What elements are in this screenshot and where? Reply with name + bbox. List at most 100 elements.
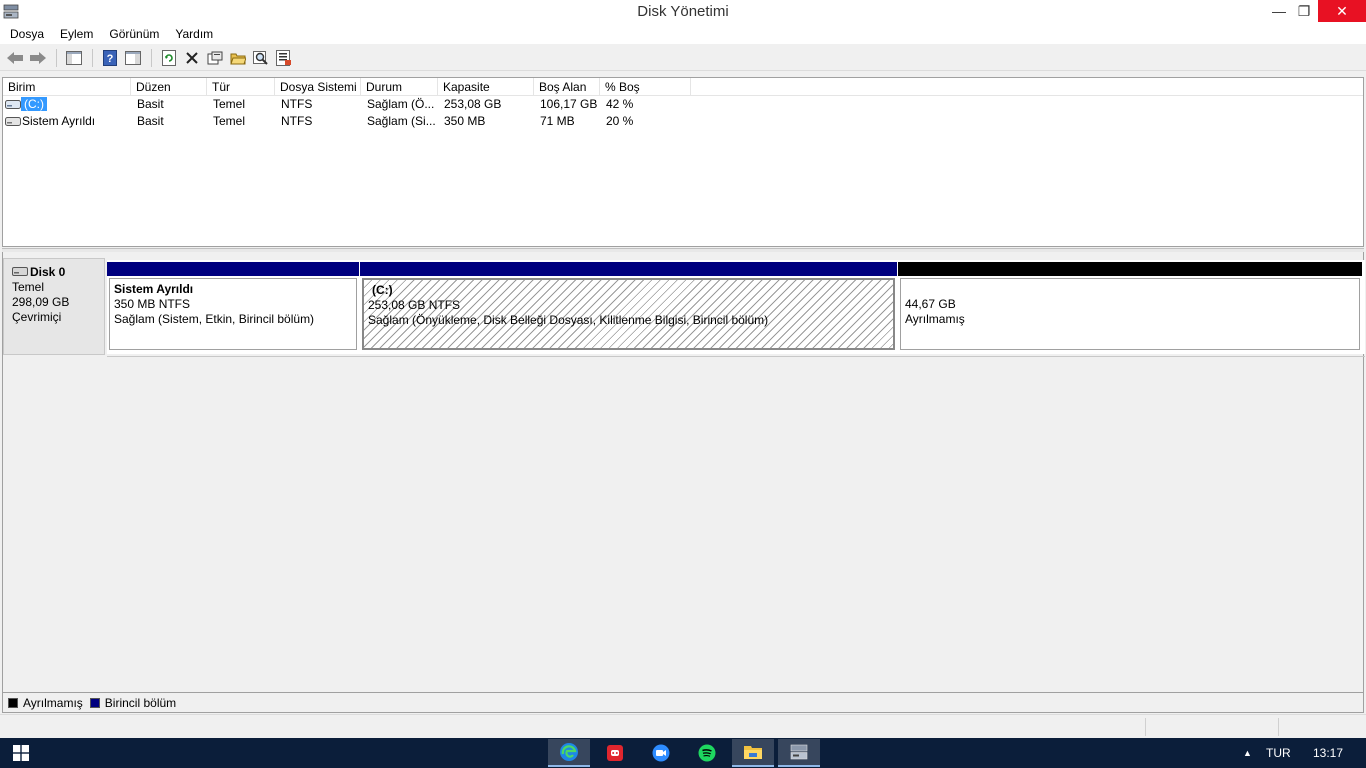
back-arrow-icon[interactable] xyxy=(4,47,26,69)
file-explorer-icon xyxy=(744,746,762,759)
taskbar: ▲ TUR 13:17 xyxy=(0,738,1366,768)
close-button[interactable]: ✕ xyxy=(1318,0,1366,22)
volume-name: Sistem Ayrıldı xyxy=(22,114,96,128)
spotify-icon xyxy=(698,744,716,762)
start-button[interactable] xyxy=(6,738,36,768)
column-header-birim[interactable]: Birim xyxy=(3,78,131,96)
properties-icon[interactable] xyxy=(204,47,226,69)
edge-icon xyxy=(560,743,578,761)
help-icon[interactable]: ? xyxy=(99,47,121,69)
toolbar-separator xyxy=(151,48,152,67)
partition-size: 44,67 GB xyxy=(905,297,956,311)
partition-c[interactable]: (C:) 253,08 GB NTFS Sağlam (Önyükleme, D… xyxy=(360,262,897,352)
volume-percent-free: 42 % xyxy=(606,97,634,111)
column-header-yuzde-bos[interactable]: % Boş xyxy=(600,78,691,96)
disk-size: 298,09 GB xyxy=(12,295,70,309)
discord-icon xyxy=(607,745,623,761)
column-header-tur[interactable]: Tür xyxy=(207,78,275,96)
partition-title: (C:) xyxy=(372,283,393,297)
export-list-icon[interactable] xyxy=(273,47,295,69)
volume-percent-free: 20 % xyxy=(606,114,634,128)
partition-unallocated[interactable]: 44,67 GB Ayrılmamış xyxy=(898,262,1362,352)
volume-free-space: 71 MB xyxy=(540,114,575,128)
windows-logo-icon xyxy=(13,745,29,761)
partition-status: Sağlam (Sistem, Etkin, Birincil bölüm) xyxy=(114,312,315,326)
disk-name: Disk 0 xyxy=(30,265,66,279)
disk-row-divider xyxy=(107,356,1365,357)
menu-gorunum[interactable]: Görünüm xyxy=(101,27,167,41)
status-bar xyxy=(0,714,1366,738)
language-indicator[interactable]: TUR xyxy=(1266,738,1291,768)
show-hide-console-tree-icon[interactable] xyxy=(63,47,85,69)
menu-dosya[interactable]: Dosya xyxy=(2,27,52,41)
refresh-icon[interactable] xyxy=(158,47,180,69)
status-segment xyxy=(1278,718,1279,736)
open-folder-icon[interactable] xyxy=(227,47,249,69)
column-header-dosya-sistemi[interactable]: Dosya Sistemi xyxy=(275,78,361,96)
partition-sistem-ayrildi[interactable]: Sistem Ayrıldı 350 MB NTFS Sağlam (Siste… xyxy=(107,262,359,352)
legend-swatch xyxy=(8,697,18,708)
volume-free-space: 106,17 GB xyxy=(540,97,598,111)
partition-size: 350 MB NTFS xyxy=(114,297,191,311)
legend-item-unallocated: Ayrılmamış xyxy=(8,696,83,710)
taskbar-edge[interactable] xyxy=(548,739,590,767)
partition-body: 44,67 GB Ayrılmamış xyxy=(900,278,1360,350)
hard-disk-icon xyxy=(12,267,28,276)
show-action-pane-icon[interactable] xyxy=(122,47,144,69)
menu-eylem[interactable]: Eylem xyxy=(52,27,101,41)
partition-bar xyxy=(898,262,1362,276)
legend-label: Birincil bölüm xyxy=(104,695,177,710)
partition-body: Sistem Ayrıldı 350 MB NTFS Sağlam (Siste… xyxy=(109,278,357,350)
volume-file-system: NTFS xyxy=(281,97,313,111)
column-header-kapasite[interactable]: Kapasite xyxy=(438,78,534,96)
volume-capacity: 253,08 GB xyxy=(444,97,502,111)
volume-type: Temel xyxy=(213,97,246,111)
volume-layout: Basit xyxy=(137,97,164,111)
volume-layout: Basit xyxy=(137,114,164,128)
column-header-duzen[interactable]: Düzen xyxy=(131,78,207,96)
volume-list-header: Birim Düzen Tür Dosya Sistemi Durum Kapa… xyxy=(3,78,1363,96)
toolbar-separator xyxy=(92,48,93,67)
legend-item-primary: Birincil bölüm xyxy=(89,695,177,710)
search-icon[interactable] xyxy=(250,47,272,69)
menu-yardim[interactable]: Yardım xyxy=(167,27,221,41)
svg-text:?: ? xyxy=(107,53,114,65)
delete-icon[interactable] xyxy=(181,47,203,69)
disk-management-icon xyxy=(790,744,808,760)
legend: Ayrılmamış Birincil bölüm xyxy=(2,692,1364,713)
disk-state: Çevrimiçi xyxy=(12,310,62,324)
menu-bar: Dosya Eylem Görünüm Yardım xyxy=(0,24,1366,44)
partition-title xyxy=(905,282,1355,297)
legend-swatch xyxy=(89,697,100,708)
volume-name: (C:) xyxy=(21,97,47,111)
disk-0-label[interactable]: Disk 0 Temel 298,09 GB Çevrimiçi xyxy=(3,258,105,355)
table-row[interactable]: (C:) Basit Temel NTFS Sağlam (Ö... 253,0… xyxy=(3,96,1363,113)
volume-type: Temel xyxy=(213,114,246,128)
partition-status: Ayrılmamış xyxy=(905,312,965,326)
toolbar: ? xyxy=(0,45,1366,71)
taskbar-discord[interactable] xyxy=(594,739,636,767)
table-row[interactable]: Sistem Ayrıldı Basit Temel NTFS Sağlam (… xyxy=(3,113,1363,130)
partition-size: 253,08 GB NTFS xyxy=(368,298,461,312)
disk-graphical-view: Disk 0 Temel 298,09 GB Çevrimiçi Sistem … xyxy=(2,252,1365,692)
tray-overflow-chevron[interactable]: ▲ xyxy=(1243,738,1252,768)
taskbar-disk-management[interactable] xyxy=(778,739,820,767)
partition-bar xyxy=(107,262,359,276)
volume-list: Birim Düzen Tür Dosya Sistemi Durum Kapa… xyxy=(2,77,1364,247)
title-bar: Disk Yönetimi — ❐ ✕ xyxy=(0,0,1366,24)
volume-status: Sağlam (Si... xyxy=(367,114,436,128)
volume-file-system: NTFS xyxy=(281,114,313,128)
forward-arrow-icon[interactable] xyxy=(27,47,49,69)
column-header-durum[interactable]: Durum xyxy=(361,78,438,96)
partition-body: (C:) 253,08 GB NTFS Sağlam (Önyükleme, D… xyxy=(362,278,895,350)
disk-kind: Temel xyxy=(12,280,45,294)
clock[interactable]: 13:17 xyxy=(1313,738,1343,768)
window-title: Disk Yönetimi xyxy=(637,3,729,20)
taskbar-spotify[interactable] xyxy=(686,739,728,767)
taskbar-file-explorer[interactable] xyxy=(732,739,774,767)
taskbar-zoom[interactable] xyxy=(640,739,682,767)
column-header-bos-alan[interactable]: Boş Alan xyxy=(534,78,600,96)
zoom-icon xyxy=(652,744,670,762)
legend-label: Ayrılmamış xyxy=(23,695,83,710)
partition-title: Sistem Ayrıldı xyxy=(114,282,194,296)
